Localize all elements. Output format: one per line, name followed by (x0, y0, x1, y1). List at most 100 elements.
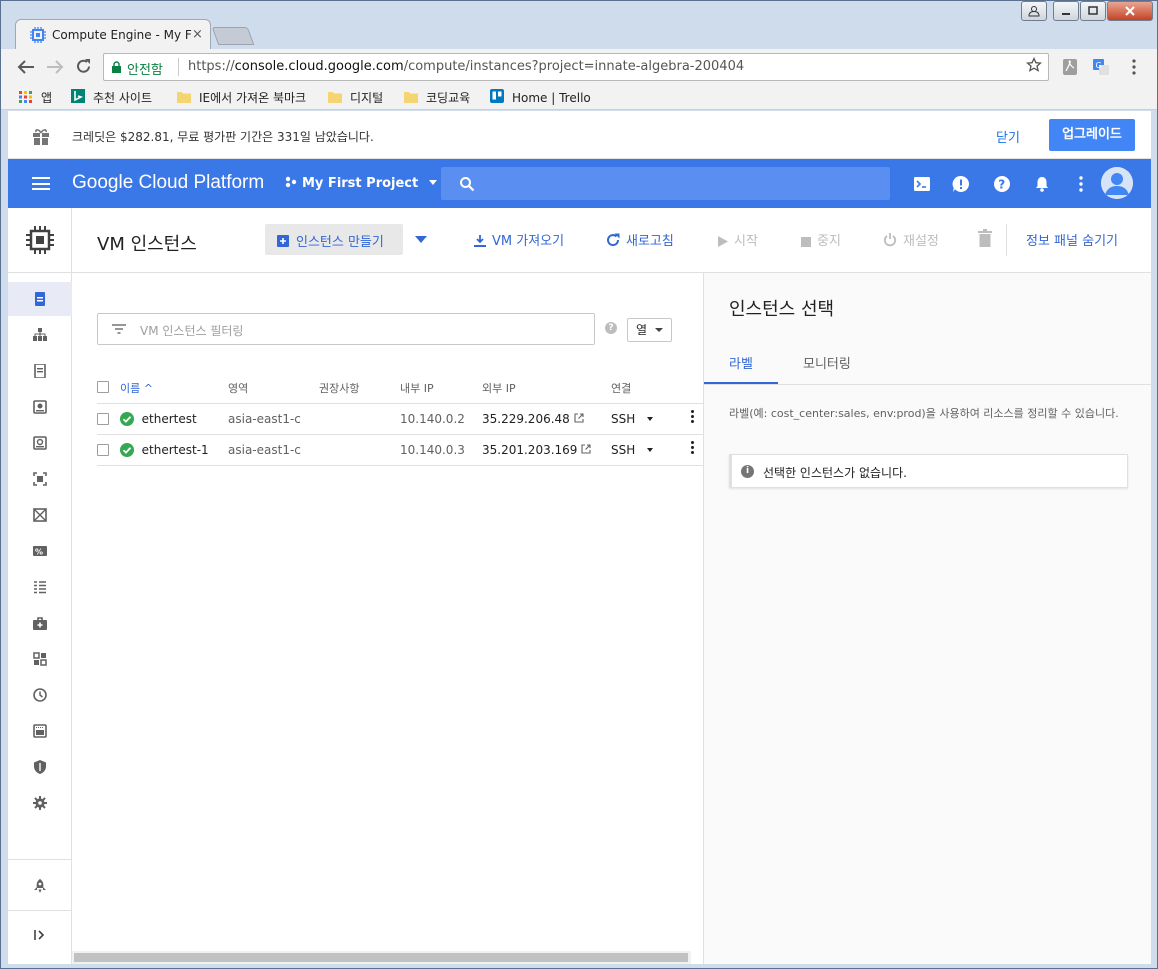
browser-tab[interactable]: Compute Engine - My F × (15, 19, 211, 50)
sidebar-item-instance-groups[interactable] (8, 318, 72, 352)
row-more-icon[interactable] (691, 440, 695, 456)
notifications-icon[interactable] (1033, 175, 1051, 193)
rocket-icon (34, 879, 46, 893)
sidebar-item-quotas[interactable] (8, 714, 72, 748)
sidebar-item-metadata[interactable] (8, 570, 72, 604)
search-input[interactable] (441, 167, 890, 200)
address-bar[interactable]: 안전함 https://console.cloud.google.com/com… (103, 53, 1049, 81)
create-instance-button[interactable]: 인스턴스 만들기 (265, 224, 403, 255)
maximize-button[interactable] (1080, 1, 1106, 21)
reset-button[interactable]: 재설정 (883, 230, 939, 249)
sidebar-item-settings[interactable] (8, 786, 72, 820)
window-close-button[interactable] (1107, 1, 1153, 21)
reload-icon[interactable] (75, 58, 92, 75)
translate-extension-icon[interactable]: G (1092, 58, 1110, 76)
user-profile-button[interactable] (1021, 1, 1047, 21)
create-dropdown-chevron-icon[interactable] (415, 236, 427, 243)
filter-input[interactable]: VM 인스턴스 필터링 (97, 313, 595, 345)
bookmark-trello[interactable]: Home | Trello (490, 89, 591, 107)
stop-button[interactable]: 중지 (801, 230, 841, 249)
bookmark-folder-digital[interactable]: 디지털 (328, 89, 383, 107)
sidebar-item-tpus[interactable] (8, 498, 72, 532)
external-link-icon[interactable] (581, 443, 591, 454)
sidebar-item-snapshots[interactable] (8, 426, 72, 460)
hide-info-panel-button[interactable]: 정보 패널 숨기기 (1026, 230, 1118, 249)
horizontal-scrollbar[interactable] (72, 951, 691, 964)
tab-title: Compute Engine - My F (52, 28, 192, 42)
new-tab-button[interactable] (211, 27, 255, 45)
instance-recommendation (319, 402, 400, 434)
sidebar-item-vm-instances[interactable] (8, 282, 72, 316)
sidebar-item-zones[interactable] (8, 642, 72, 676)
column-header-connect[interactable]: 연결 (611, 373, 691, 403)
select-all-cell[interactable] (97, 373, 120, 403)
compute-engine-icon (26, 226, 54, 254)
sidebar-item-instance-templates[interactable] (8, 354, 72, 388)
delete-icon[interactable] (978, 229, 992, 247)
column-header-recommendation[interactable]: 권장사항 (319, 373, 400, 403)
table-row[interactable]: ethertest-1 asia-east1-c 10.140.0.3 35.2… (97, 433, 703, 466)
help-icon[interactable]: ? (993, 175, 1011, 193)
instance-internal-ip: 10.140.0.2 (400, 402, 482, 434)
column-header-name[interactable]: 이름 ^ (120, 373, 228, 403)
row-checkbox[interactable] (97, 412, 109, 425)
no-selection-message: 선택한 인스턴스가 없습니다. (763, 466, 907, 480)
scrollbar-thumb[interactable] (74, 953, 688, 962)
external-link-icon[interactable] (574, 412, 584, 423)
compute-engine-product[interactable] (8, 208, 72, 273)
ssh-dropdown-icon[interactable] (647, 416, 654, 421)
bookmark-star-icon[interactable] (1026, 57, 1042, 73)
instance-name[interactable]: ethertest-1 (142, 443, 209, 457)
instance-external-ip[interactable]: 35.201.203.169 (482, 443, 577, 457)
chrome-menu-icon[interactable] (1125, 58, 1143, 76)
column-header-zone[interactable]: 영역 (228, 373, 319, 403)
row-checkbox[interactable] (97, 443, 109, 456)
bookmark-recommended[interactable]: 추천 사이트 (71, 89, 152, 107)
dismiss-credit-link[interactable]: 닫기 (996, 127, 1020, 146)
sidebar-item-images[interactable] (8, 462, 72, 496)
columns-button[interactable]: 열 (627, 318, 672, 342)
ssh-button[interactable]: SSH (611, 412, 635, 426)
row-more-icon[interactable] (691, 409, 695, 425)
cloud-shell-icon[interactable] (913, 175, 931, 193)
back-icon[interactable] (17, 59, 35, 75)
minimize-button[interactable] (1053, 1, 1079, 21)
avatar[interactable] (1101, 167, 1133, 199)
refresh-button[interactable]: 새로고침 (606, 230, 674, 249)
product-sidebar: % (8, 208, 72, 964)
project-selector[interactable]: My First Project (285, 176, 437, 191)
nav-menu-icon[interactable] (32, 177, 50, 190)
instance-name[interactable]: ethertest (142, 412, 197, 426)
sidebar-item-committed-use[interactable]: % (8, 534, 72, 568)
pdf-extension-icon[interactable] (1061, 58, 1079, 76)
sidebar-item-security[interactable] (8, 750, 72, 784)
feedback-icon[interactable] (952, 175, 970, 193)
bookmark-apps[interactable]: 앱 (19, 89, 52, 107)
tab-monitoring[interactable]: 모니터링 (803, 353, 851, 372)
column-header-internal-ip[interactable]: 내부 IP (400, 373, 482, 403)
upgrade-button[interactable]: 업그레이드 (1049, 119, 1135, 151)
quotas-icon (33, 724, 47, 738)
select-all-checkbox[interactable] (97, 381, 109, 394)
sidebar-item-disks[interactable] (8, 390, 72, 424)
lock-icon (112, 61, 121, 73)
more-vert-icon[interactable] (1072, 175, 1090, 193)
import-vm-button[interactable]: VM 가져오기 (474, 230, 564, 249)
tab-close-icon[interactable]: × (192, 27, 203, 42)
table-row[interactable]: ethertest asia-east1-c 10.140.0.2 35.229… (97, 402, 703, 434)
tab-labels[interactable]: 라벨 (729, 353, 753, 372)
sidebar-item-health-checks[interactable] (8, 606, 72, 640)
sidebar-item-marketplace[interactable] (8, 869, 72, 903)
start-button[interactable]: 시작 (718, 230, 758, 249)
column-header-external-ip[interactable]: 외부 IP (482, 373, 611, 403)
instance-external-ip[interactable]: 35.229.206.48 (482, 412, 570, 426)
sidebar-item-operations[interactable] (8, 678, 72, 712)
forward-icon[interactable] (46, 59, 64, 75)
filter-help-icon[interactable]: ? (605, 322, 617, 334)
bookmark-folder-ie[interactable]: IE에서 가져온 북마크 (177, 89, 306, 107)
ssh-button[interactable]: SSH (611, 443, 635, 457)
bookmark-folder-coding[interactable]: 코딩교육 (404, 89, 470, 107)
zones-icon (33, 652, 47, 666)
sidebar-expand-toggle[interactable] (8, 918, 72, 952)
ssh-dropdown-icon[interactable] (647, 447, 654, 452)
